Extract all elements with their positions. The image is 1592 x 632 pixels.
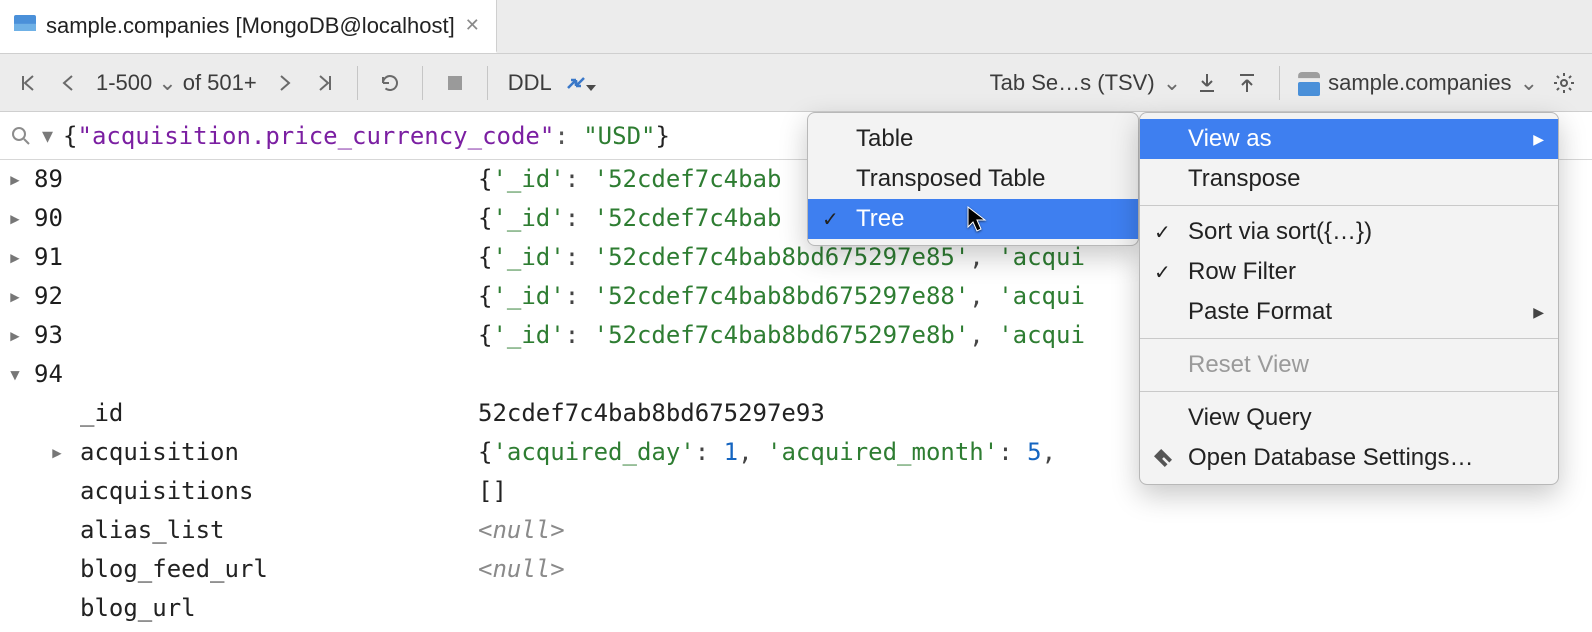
field-key: alias_list [80,511,225,550]
reload-button[interactable] [372,65,408,101]
field-row[interactable]: blog_feed_url <null> [0,550,1592,589]
row-value: {'_id': '52cdef7c4bab [478,160,781,199]
field-value-null: <null> [478,550,565,589]
expand-icon[interactable]: ▸ [0,160,30,199]
expand-icon[interactable]: ▸ [0,238,30,277]
last-page-button[interactable] [307,65,343,101]
search-icon [10,125,32,147]
settings-button[interactable] [1546,65,1582,101]
row-value: {'_id': '52cdef7c4bab8bd675297e88', 'acq… [478,277,1085,316]
menu-item-view-as[interactable]: View as [1140,119,1558,159]
caret-down-icon: ⌄ [1520,70,1538,96]
caret-down-icon: ⌄ [1163,70,1181,96]
caret-down-icon: ⌄ [158,70,176,96]
page-range[interactable]: 1-500 ⌄ of 501+ [90,70,263,96]
close-icon[interactable]: ✕ [465,15,480,36]
tab-bar: sample.companies [MongoDB@localhost] ✕ [0,0,1592,54]
menu-item-transpose[interactable]: Transpose [1140,159,1558,199]
datasource-combo[interactable]: sample.companies ⌄ [1294,70,1542,96]
separator [357,66,358,100]
field-value-null: <null> [478,511,565,550]
menu-item-reset-view: Reset View [1140,345,1558,385]
compare-button[interactable] [562,65,598,101]
row-value: {'_id': '52cdef7c4bab [478,199,781,238]
row-number: 93 [30,316,90,355]
field-key: blog_url [80,589,196,628]
menu-separator [1140,391,1558,392]
separator [422,66,423,100]
row-value: {'_id': '52cdef7c4bab8bd675297e8b', 'acq… [478,316,1085,355]
field-value: {'acquired_day': 1, 'acquired_month': 5, [478,433,1070,472]
editor-tab[interactable]: sample.companies [MongoDB@localhost] ✕ [0,0,497,53]
field-row[interactable]: alias_list <null> [0,511,1592,550]
menu-item-open-db-settings[interactable]: Open Database Settings… [1140,438,1558,478]
datasource-chip-icon [1298,72,1320,94]
field-value: [] [478,472,507,511]
download-button[interactable] [1189,65,1225,101]
menu-item-table[interactable]: Table [808,119,1138,159]
expand-icon[interactable]: ▸ [44,433,70,472]
row-number: 89 [30,160,90,199]
expand-icon[interactable]: ▸ [0,199,30,238]
menu-item-view-query[interactable]: View Query [1140,398,1558,438]
mouse-cursor-icon [967,206,989,234]
separator [1279,66,1280,100]
expand-icon[interactable]: ▸ [0,277,30,316]
datasource-icon [14,15,36,37]
ddl-button[interactable]: DDL [502,65,558,101]
field-value: 52cdef7c4bab8bd675297e93 [478,394,825,433]
row-number: 92 [30,277,90,316]
separator [487,66,488,100]
filter-input[interactable]: {"acquisition.price_currency_code": "USD… [63,122,670,150]
first-page-button[interactable] [10,65,46,101]
collapse-icon[interactable]: ▾ [0,355,30,394]
menu-item-row-filter[interactable]: Row Filter [1140,252,1558,292]
page-range-label: 1-500 [96,70,152,96]
context-menu-view-settings: View as Transpose Sort via sort({…}) Row… [1139,112,1559,485]
row-number: 90 [30,199,90,238]
export-format-label: Tab Se…s (TSV) [990,70,1155,96]
datasource-label: sample.companies [1328,70,1511,96]
field-row[interactable]: blog_url [0,589,1592,628]
export-format-combo[interactable]: Tab Se…s (TSV) ⌄ [986,70,1185,96]
upload-button[interactable] [1229,65,1265,101]
menu-item-sort[interactable]: Sort via sort({…}) [1140,212,1558,252]
filter-chevron-icon[interactable]: ▾ [42,123,53,149]
field-key: acquisition [80,433,239,472]
row-number: 94 [30,355,90,394]
field-key: blog_feed_url [80,550,268,589]
field-key: acquisitions [80,472,253,511]
menu-separator [1140,205,1558,206]
menu-separator [1140,338,1558,339]
menu-item-transposed-table[interactable]: Transposed Table [808,159,1138,199]
row-number: 91 [30,238,90,277]
ddl-label: DDL [508,70,552,96]
toolbar: 1-500 ⌄ of 501+ DDL Tab Se…s (TSV) ⌄ sam… [0,54,1592,112]
prev-page-button[interactable] [50,65,86,101]
field-key: _id [80,394,123,433]
tab-title: sample.companies [MongoDB@localhost] [46,13,455,39]
expand-icon[interactable]: ▸ [0,316,30,355]
page-of-label: of 501+ [183,70,257,96]
next-page-button[interactable] [267,65,303,101]
stop-button[interactable] [437,65,473,101]
menu-item-paste-format[interactable]: Paste Format [1140,292,1558,332]
